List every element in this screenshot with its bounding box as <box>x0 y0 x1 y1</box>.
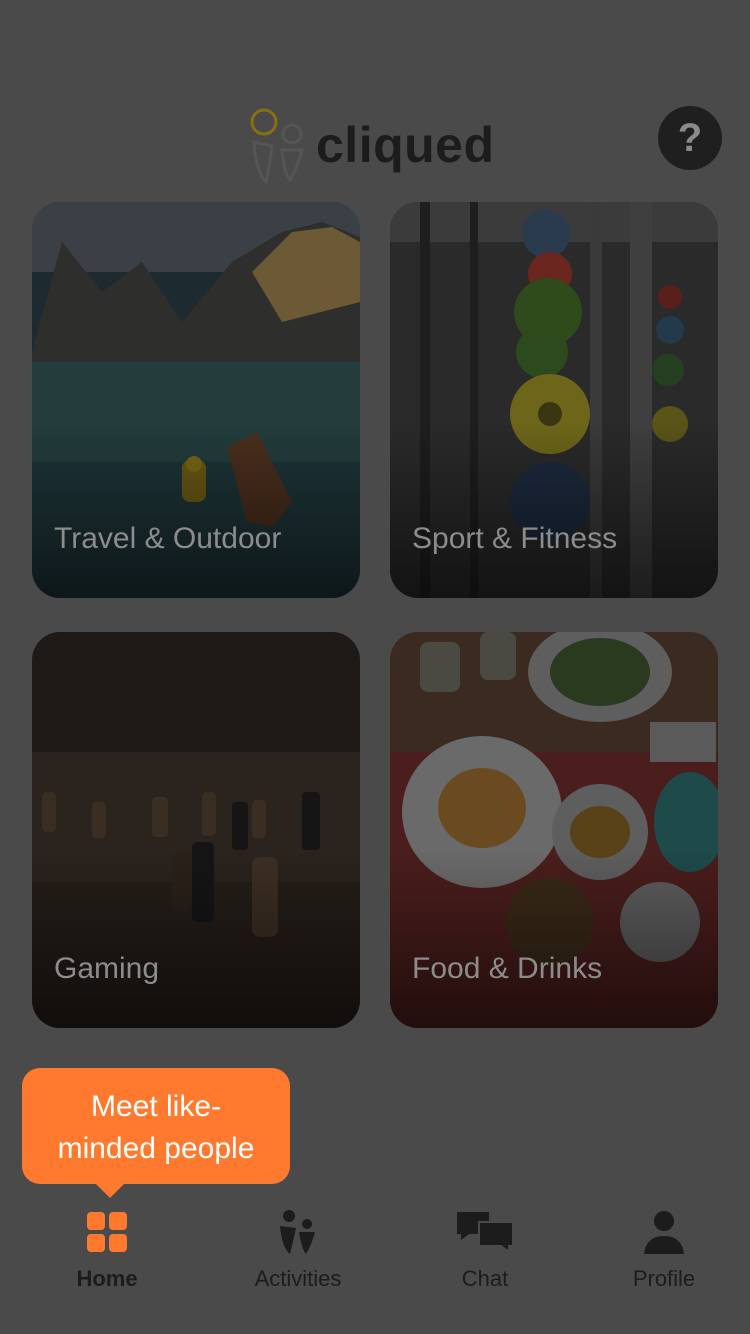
category-card-sport-fitness[interactable]: Sport & Fitness <box>390 202 718 598</box>
category-card-travel-outdoor[interactable]: Travel & Outdoor <box>32 202 360 598</box>
onboarding-tooltip: Meet like-minded people <box>22 1068 290 1198</box>
tab-label: Profile <box>632 1266 696 1291</box>
tab-label: Home <box>76 1266 138 1291</box>
tab-activities[interactable]: Activities <box>218 1202 378 1302</box>
help-button[interactable]: ? <box>658 106 722 170</box>
header: cliqued ? <box>0 80 750 200</box>
tab-profile[interactable]: Profile <box>584 1202 744 1302</box>
grid-icon <box>87 1212 127 1252</box>
tab-chat[interactable]: Chat <box>405 1202 565 1302</box>
tab-label: Activities <box>254 1266 342 1291</box>
category-label: Food & Drinks <box>412 952 603 985</box>
category-card-food-drinks[interactable]: Food & Drinks <box>390 632 718 1028</box>
category-label: Sport & Fitness <box>412 522 618 555</box>
tab-home[interactable]: Home <box>27 1202 187 1302</box>
people-icon <box>280 1210 315 1254</box>
tab-label: Chat <box>461 1266 509 1291</box>
category-label: Gaming <box>54 952 160 985</box>
logo-text: cliqued <box>316 117 495 173</box>
app-logo: cliqued <box>246 94 516 184</box>
category-card-gaming[interactable]: Gaming <box>32 632 360 1028</box>
category-label: Travel & Outdoor <box>54 522 282 555</box>
bottom-tab-bar: Home Activities Chat Profile <box>0 1184 750 1334</box>
person-icon <box>644 1211 684 1254</box>
app-screen: cliqued ? Travel & Outdoor Sport & Fitne… <box>0 0 750 1334</box>
logo-icon <box>250 108 304 184</box>
chat-bubbles-icon <box>457 1212 514 1254</box>
